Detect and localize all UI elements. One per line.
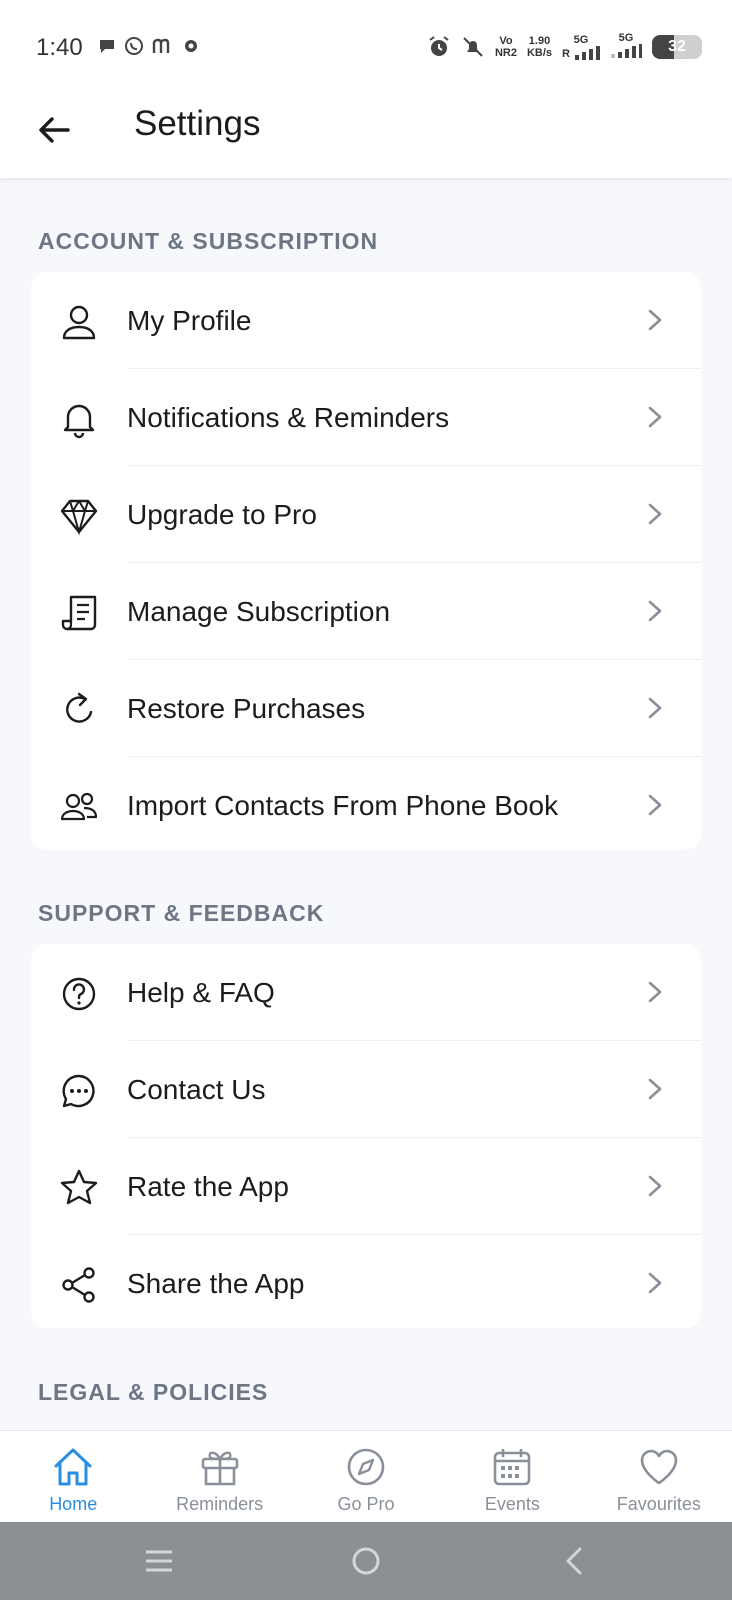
settings-item-import-contacts[interactable]: Import Contacts From Phone Book — [31, 757, 701, 854]
recent-apps-icon[interactable] — [144, 1546, 174, 1576]
signal-icon — [575, 45, 600, 60]
chevron-right-icon — [648, 697, 662, 719]
support-card: Help & FAQ Contact Us Rate the App Share… — [31, 944, 701, 1328]
chat-icon — [62, 1074, 95, 1108]
speed-unit: KB/s — [526, 46, 553, 59]
home-circle-icon[interactable] — [351, 1546, 381, 1576]
settings-item-label: Rate the App — [127, 1170, 289, 1202]
chevron-right-icon — [648, 794, 662, 816]
nav-go-pro[interactable]: Go Pro — [293, 1431, 439, 1523]
chevron-right-icon — [648, 600, 662, 622]
settings-item-rate-app[interactable]: Rate the App — [31, 1138, 701, 1235]
settings-item-share-app[interactable]: Share the App — [31, 1235, 701, 1332]
whatsapp-icon — [125, 37, 143, 55]
net-type-top: Vo — [499, 34, 513, 47]
star-icon — [60, 1169, 98, 1205]
sim2-label: 5G — [618, 32, 634, 44]
account-card: My Profile Notifications & Reminders Upg… — [31, 272, 701, 850]
settings-item-contact-us[interactable]: Contact Us — [31, 1041, 701, 1138]
nav-label: Events — [484, 1494, 540, 1514]
chevron-right-icon — [648, 1272, 662, 1294]
alarm-icon — [429, 35, 449, 56]
settings-item-label: Import Contacts From Phone Book — [127, 789, 559, 821]
system-navigation-bar — [0, 1522, 732, 1600]
app-header: Settings — [0, 90, 732, 178]
settings-item-label: Restore Purchases — [127, 692, 366, 724]
sim1-label: 5G — [573, 33, 589, 46]
back-arrow-icon[interactable] — [34, 110, 74, 150]
nav-reminders[interactable]: Reminders — [146, 1431, 292, 1523]
nav-label: Go Pro — [337, 1494, 395, 1514]
battery-level: 32 — [668, 37, 686, 55]
nav-label: Home — [49, 1494, 98, 1514]
settings-item-label: Contact Us — [127, 1073, 266, 1105]
nav-label: Favourites — [616, 1494, 701, 1514]
gift-icon — [201, 1451, 238, 1486]
contacts-icon — [60, 792, 98, 821]
chevron-right-icon — [648, 309, 662, 331]
settings-item-manage-subscription[interactable]: Manage Subscription — [31, 563, 701, 660]
settings-item-label: Upgrade to Pro — [127, 498, 317, 530]
speed-value: 1.90 — [528, 34, 551, 47]
nav-label: Reminders — [176, 1494, 264, 1514]
back-triangle-icon[interactable] — [560, 1546, 590, 1576]
help-icon — [62, 977, 96, 1011]
nav-favourites[interactable]: Favourites — [586, 1431, 732, 1523]
status-time: 1:40 — [36, 34, 83, 61]
section-label-support: SUPPORT & FEEDBACK — [38, 900, 325, 926]
nav-home[interactable]: Home — [0, 1431, 146, 1523]
section-label-legal: LEGAL & POLICIES — [38, 1379, 269, 1405]
receipt-icon — [61, 595, 97, 631]
settings-item-upgrade[interactable]: Upgrade to Pro — [31, 466, 701, 563]
page-title: Settings — [134, 104, 261, 143]
diamond-icon — [60, 499, 98, 536]
chevron-right-icon — [648, 406, 662, 428]
notifications-off-icon — [463, 36, 483, 57]
home-icon — [54, 1448, 92, 1486]
settings-item-label: My Profile — [127, 304, 252, 336]
settings-item-label: Share the App — [127, 1267, 305, 1299]
bell-icon — [63, 404, 95, 439]
message-bubble-icon — [100, 40, 114, 53]
settings-item-label: Manage Subscription — [127, 595, 391, 627]
chevron-right-icon — [648, 1078, 662, 1100]
net-type-bottom: NR2 — [494, 46, 517, 59]
settings-item-help-faq[interactable]: Help & FAQ — [31, 944, 701, 1041]
compass-icon — [347, 1448, 385, 1486]
battery-icon: 32 — [652, 34, 702, 59]
settings-item-restore-purchases[interactable]: Restore Purchases — [31, 660, 701, 757]
nav-events[interactable]: Events — [439, 1431, 585, 1523]
chevron-right-icon — [648, 1175, 662, 1197]
sim1-sub: R — [562, 47, 570, 60]
status-bar: 1:40 Vo NR2 1.90 KB/s 5G R 5G 32 — [0, 0, 732, 90]
settings-item-label: Help & FAQ — [127, 976, 275, 1008]
calendar-icon — [494, 1449, 531, 1486]
settings-item-label: Notifications & Reminders — [127, 401, 450, 433]
share-icon — [62, 1267, 95, 1303]
heart-icon — [640, 1449, 678, 1485]
m-app-icon — [152, 38, 170, 53]
gear-icon — [185, 40, 197, 52]
refresh-icon — [66, 692, 93, 723]
signal-icon — [611, 44, 642, 58]
chevron-right-icon — [648, 981, 662, 1003]
settings-item-notifications[interactable]: Notifications & Reminders — [31, 369, 701, 466]
bottom-navigation: Home Reminders Go Pro Events Favourites — [0, 1430, 732, 1523]
section-label-account: ACCOUNT & SUBSCRIPTION — [38, 228, 379, 254]
chevron-right-icon — [648, 503, 662, 525]
settings-item-my-profile[interactable]: My Profile — [31, 272, 701, 369]
user-icon — [62, 305, 96, 340]
